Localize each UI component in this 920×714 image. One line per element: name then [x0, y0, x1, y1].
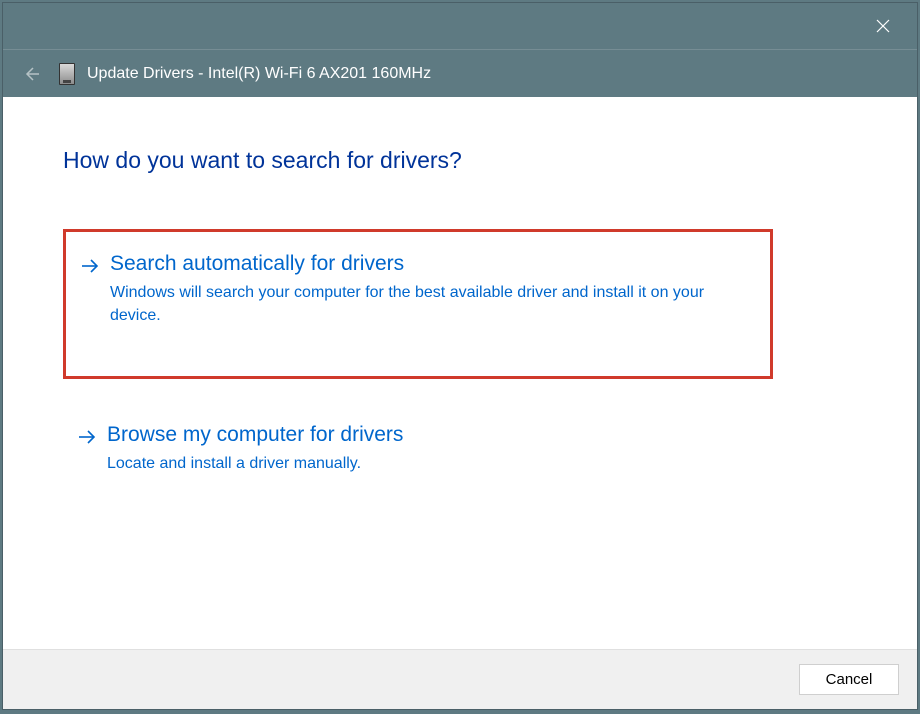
back-arrow-icon — [22, 65, 40, 83]
back-button — [19, 62, 43, 86]
content-area: How do you want to search for drivers? S… — [3, 97, 917, 649]
page-heading: How do you want to search for drivers? — [63, 147, 857, 174]
arrow-right-icon — [80, 252, 100, 280]
option-description: Locate and install a driver manually. — [107, 452, 727, 475]
cancel-button[interactable]: Cancel — [799, 664, 899, 695]
dialog-footer: Cancel — [3, 649, 917, 709]
option-title: Browse my computer for drivers — [107, 421, 755, 448]
arrow-right-icon — [77, 423, 97, 451]
option-title: Search automatically for drivers — [110, 250, 752, 277]
option-description: Windows will search your computer for th… — [110, 281, 730, 327]
close-button[interactable] — [867, 10, 899, 42]
option-text: Browse my computer for drivers Locate an… — [107, 421, 755, 475]
close-icon — [876, 19, 890, 33]
device-icon — [59, 63, 75, 85]
option-browse-computer[interactable]: Browse my computer for drivers Locate an… — [63, 407, 773, 499]
title-group: Update Drivers - Intel(R) Wi-Fi 6 AX201 … — [59, 63, 431, 85]
titlebar-sub: Update Drivers - Intel(R) Wi-Fi 6 AX201 … — [3, 49, 917, 97]
option-search-automatically[interactable]: Search automatically for drivers Windows… — [63, 229, 773, 379]
window-title: Update Drivers - Intel(R) Wi-Fi 6 AX201 … — [87, 65, 431, 83]
titlebar-top — [3, 3, 917, 49]
update-drivers-dialog: Update Drivers - Intel(R) Wi-Fi 6 AX201 … — [2, 2, 918, 710]
option-text: Search automatically for drivers Windows… — [110, 250, 752, 328]
